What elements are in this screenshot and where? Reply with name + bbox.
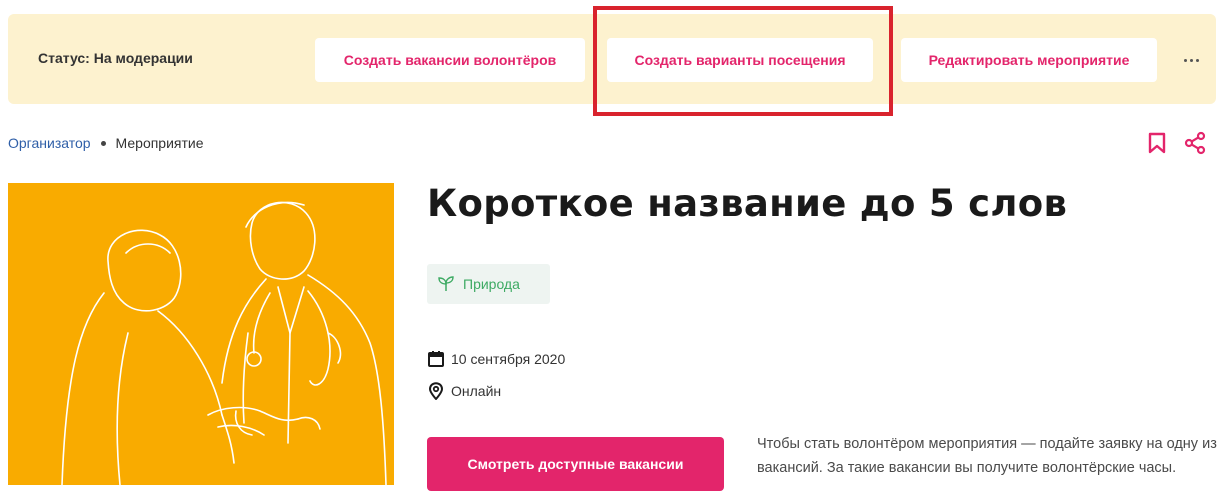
- event-cover-image: [8, 183, 394, 485]
- more-dots-icon[interactable]: [1176, 48, 1206, 72]
- breadcrumb-current: Мероприятие: [115, 135, 204, 151]
- bookmark-icon[interactable]: [1146, 131, 1168, 155]
- moderation-status-bar: Статус: На модерации Создать вакансии во…: [8, 14, 1216, 104]
- edit-event-button[interactable]: Редактировать мероприятие: [901, 38, 1157, 82]
- share-icon[interactable]: [1184, 131, 1206, 155]
- event-location: Онлайн: [427, 382, 501, 400]
- sprout-icon: [438, 276, 454, 291]
- doctor-illustration: [61, 201, 387, 485]
- event-date-text: 10 сентября 2020: [451, 351, 566, 367]
- view-vacancies-button[interactable]: Смотреть доступные вакансии: [427, 437, 724, 491]
- create-vacancies-button[interactable]: Создать вакансии волонтёров: [315, 38, 585, 82]
- vacancies-hint-text: Чтобы стать волонтёром мероприятия — под…: [757, 436, 1217, 476]
- map-pin-icon: [428, 382, 444, 400]
- breadcrumb-organizer-link[interactable]: Организатор: [8, 135, 91, 151]
- breadcrumb-separator: [100, 140, 106, 146]
- event-location-text: Онлайн: [451, 383, 502, 399]
- breadcrumb: Организатор Мероприятие: [8, 135, 204, 151]
- header-actions: [1146, 131, 1206, 155]
- status-label: Статус: На модерации: [38, 50, 193, 66]
- category-tag[interactable]: Природа: [427, 264, 550, 304]
- create-visit-options-button[interactable]: Создать варианты посещения: [607, 38, 873, 82]
- event-title: Короткое название до 5 слов: [427, 182, 1068, 225]
- event-date: 10 сентября 2020: [427, 350, 565, 368]
- calendar-icon: [428, 351, 444, 367]
- category-tag-label: Природа: [463, 276, 520, 292]
